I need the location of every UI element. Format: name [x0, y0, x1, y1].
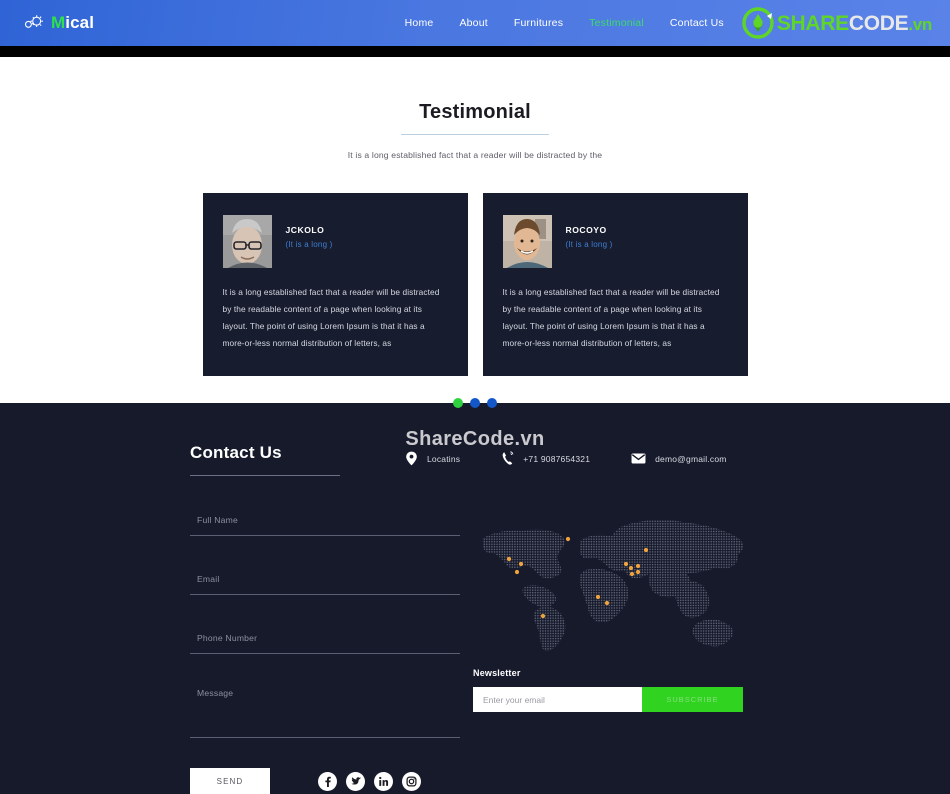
testimonial-card[interactable]: ROCOYO (It is a long ) It is a long esta…: [482, 193, 748, 376]
map-and-newsletter: Newsletter SUBSCRIBE: [473, 510, 743, 794]
send-button[interactable]: SEND: [190, 768, 270, 794]
sharecode-part-share: SHARE: [776, 11, 849, 35]
sharecode-wordmark: SHARECODE.vn: [777, 13, 932, 34]
testimonial-author-meta: ROCOYO (It is a long ): [566, 215, 613, 249]
facebook-link[interactable]: [318, 771, 337, 791]
newsletter-label: Newsletter: [473, 668, 521, 678]
social-links: [318, 771, 421, 791]
testimonial-author-name: ROCOYO: [565, 225, 607, 235]
nav-item-testimonial[interactable]: Testimonial: [589, 17, 644, 29]
facebook-icon: [325, 776, 331, 787]
contact-location[interactable]: Locatins: [405, 451, 460, 466]
page-title: Testimonial: [419, 101, 531, 123]
message-textarea[interactable]: [197, 687, 460, 729]
contact-location-text: Locatins: [427, 453, 461, 464]
nav-item-contact-us[interactable]: Contact Us: [670, 17, 724, 29]
carousel-dot-2[interactable]: [470, 398, 480, 408]
subscribe-button[interactable]: SUBSCRIBE: [642, 687, 743, 712]
title-underline: [401, 134, 549, 135]
newsletter-form: SUBSCRIBE: [473, 687, 743, 712]
testimonial-card-list: JCKOLO (It is a long ) It is a long esta…: [0, 193, 950, 376]
instagram-link[interactable]: [402, 771, 421, 791]
nav-item-furnitures[interactable]: Furnitures: [514, 17, 563, 29]
header-under-bar: [0, 46, 950, 57]
world-map-dots: [473, 510, 743, 655]
carousel-dot-3[interactable]: [487, 398, 497, 408]
sharecode-watermark-logo: SHARECODE.vn: [742, 3, 932, 43]
nav-item-about[interactable]: About: [459, 17, 487, 29]
contact-phone[interactable]: +71 9087654321: [501, 451, 590, 466]
phone-input[interactable]: [197, 633, 460, 643]
nav-item-home[interactable]: Home: [405, 17, 434, 29]
twitter-link[interactable]: [346, 771, 365, 791]
phone-icon: [502, 451, 514, 465]
contact-header-row: Contact Us Locatins +71 9087654321 demo@…: [190, 443, 760, 476]
linkedin-icon: [379, 776, 389, 786]
testimonial-card[interactable]: JCKOLO (It is a long ) It is a long esta…: [202, 193, 468, 376]
contact-phone-text: +71 9087654321: [523, 453, 591, 464]
testimonial-card-header: ROCOYO (It is a long ): [502, 215, 728, 268]
contact-heading-underline: [190, 475, 340, 476]
brand-rest-letters: ical: [65, 13, 95, 32]
envelope-icon: [631, 453, 646, 464]
brand-text: Mical: [51, 13, 94, 33]
testimonial-section: Testimonial It is a long established fac…: [0, 57, 950, 450]
email-input[interactable]: [197, 574, 460, 584]
contact-email[interactable]: demo@gmail.com: [631, 453, 726, 464]
instagram-icon: [406, 775, 417, 787]
linkedin-link[interactable]: [374, 771, 393, 791]
brand-accent-letter: M: [51, 13, 66, 32]
contact-us-heading: Contact Us: [190, 443, 282, 462]
testimonial-author-role: (It is a long ): [285, 240, 333, 249]
testimonial-author-role: (It is a long ): [565, 240, 613, 249]
world-map: [473, 510, 743, 655]
sharecode-part-code: CODE: [848, 11, 909, 35]
contact-info-list: Locatins +71 9087654321 demo@gmail.com: [405, 443, 727, 466]
testimonial-quote-text: It is a long established fact that a rea…: [222, 287, 440, 348]
avatar: [502, 215, 552, 268]
avatar: [222, 215, 272, 268]
sharecode-recycle-icon: [742, 7, 774, 39]
email-field-wrap: [190, 569, 460, 595]
contact-form: SEND: [190, 510, 460, 794]
testimonial-card-header: JCKOLO (It is a long ): [222, 215, 448, 268]
site-header: Mical Home About Furnitures Testimonial …: [0, 0, 950, 46]
main-navigation: Home About Furnitures Testimonial Contac…: [218, 17, 742, 29]
car-gear-icon: [24, 15, 43, 28]
section-subtitle: It is a long established fact that a rea…: [347, 150, 603, 160]
twitter-icon: [350, 776, 361, 785]
brand-logo[interactable]: Mical: [18, 12, 218, 34]
site-footer: Contact Us Locatins +71 9087654321 demo@…: [0, 403, 950, 794]
sharecode-part-vn: .vn: [908, 14, 932, 34]
testimonial-author-name: JCKOLO: [285, 225, 325, 235]
testimonial-author-meta: JCKOLO (It is a long ): [286, 215, 333, 249]
fullname-input[interactable]: [197, 515, 460, 525]
message-field-wrap: [190, 687, 460, 738]
location-pin-icon: [406, 451, 417, 466]
fullname-field-wrap: [190, 510, 460, 536]
newsletter-email-input[interactable]: [473, 687, 642, 712]
testimonial-quote-text: It is a long established fact that a rea…: [502, 287, 720, 348]
phone-field-wrap: [190, 628, 460, 654]
contact-email-text: demo@gmail.com: [655, 453, 727, 464]
carousel-dot-1[interactable]: [453, 398, 463, 408]
